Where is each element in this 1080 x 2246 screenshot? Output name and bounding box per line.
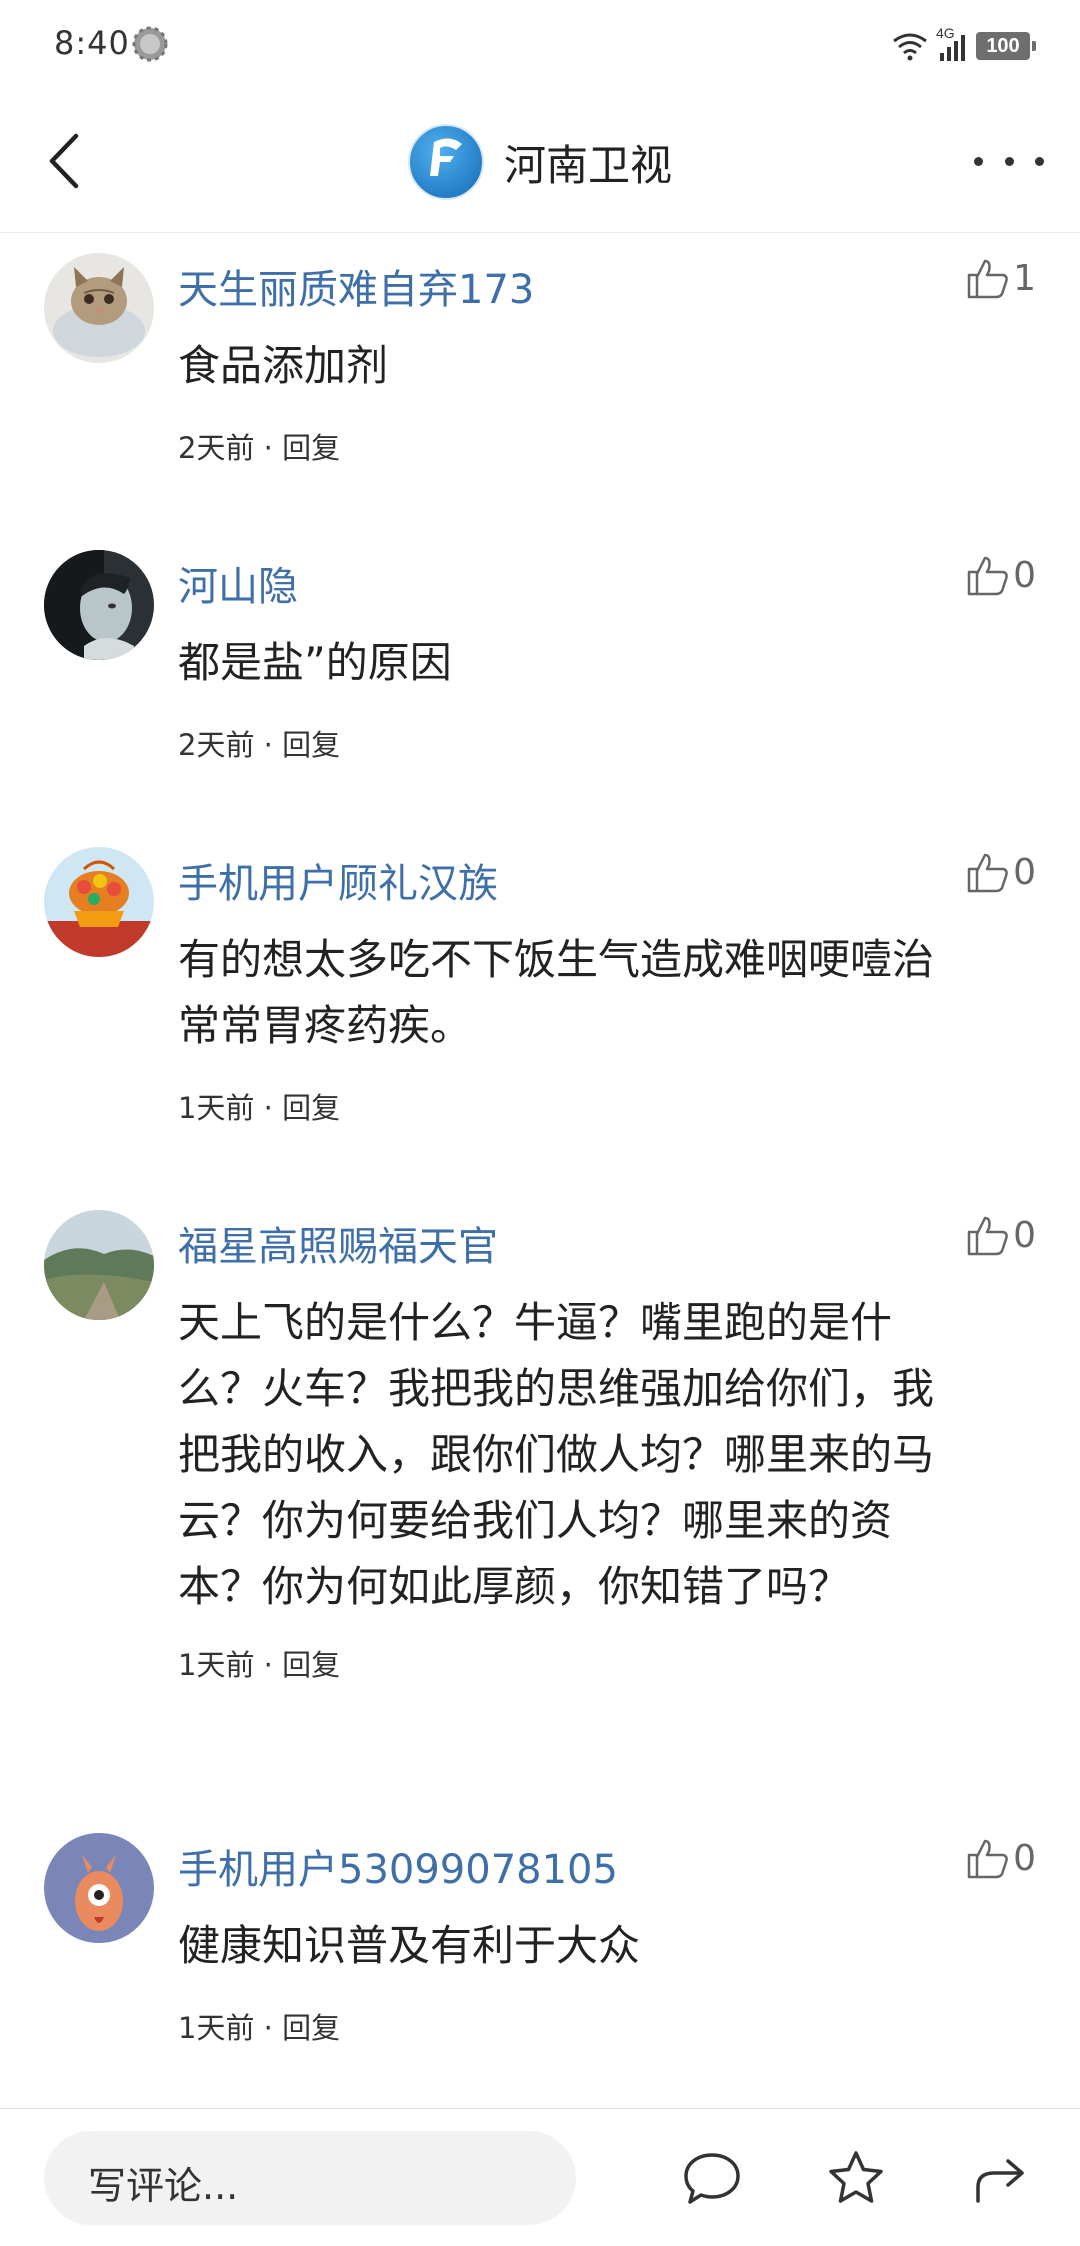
- comment-username[interactable]: 手机用户53099078105: [178, 1837, 618, 1895]
- comment-time: 2天前: [178, 728, 255, 762]
- reply-button[interactable]: 回复: [282, 1648, 340, 1682]
- more-icon-dot: [974, 156, 983, 166]
- comment-icon[interactable]: [680, 2147, 744, 2211]
- channel-logo-mark: [429, 138, 462, 176]
- thumbs-up-icon: [967, 556, 1008, 596]
- like-button[interactable]: 0: [965, 550, 1036, 600]
- avatar[interactable]: [44, 847, 154, 957]
- status-time: 8:40: [54, 24, 130, 62]
- thumbs-up-icon: [967, 259, 1008, 299]
- comment-text: 有的想太多吃不下饭生气造成难咽哽噎治常常胃疼药疾。: [178, 935, 935, 1050]
- comment-meta: 1天前 · 回复: [178, 1085, 340, 1127]
- meta-separator: ·: [263, 1091, 273, 1125]
- comments-page: 8:40 4G 100 河南卫视 天生丽质难自弃173 食品添加剂 2天前 · …: [0, 0, 1080, 2246]
- star-icon[interactable]: [824, 2147, 888, 2211]
- comment-time: 1天前: [178, 1648, 255, 1682]
- comment-meta: 1天前 · 回复: [178, 2005, 340, 2047]
- meta-separator: ·: [263, 431, 273, 465]
- bottom-action-bar: 写评论...: [0, 2108, 1080, 2246]
- thumbs-up-icon: [967, 1216, 1008, 1256]
- like-count: 0: [1013, 1214, 1036, 1256]
- channel-logo: [407, 124, 484, 200]
- more-button[interactable]: [974, 146, 1044, 176]
- reply-button[interactable]: 回复: [282, 431, 340, 465]
- comment-input-placeholder: 写评论...: [88, 2164, 239, 2208]
- comment-time: 2天前: [178, 431, 255, 465]
- comment-text: 食品添加剂: [178, 341, 389, 390]
- channel-header[interactable]: 河南卫视: [0, 124, 1080, 200]
- comment-text: 健康知识普及有利于大众: [178, 1921, 641, 1970]
- comment-time: 1天前: [178, 2011, 255, 2045]
- comment-username[interactable]: 河山隐: [178, 554, 298, 612]
- signal-icon: [940, 35, 965, 61]
- meta-separator: ·: [263, 1648, 273, 1682]
- like-button[interactable]: 1: [965, 253, 1036, 303]
- channel-name: 河南卫视: [503, 140, 672, 190]
- avatar[interactable]: [44, 550, 154, 660]
- comment-meta: 2天前 · 回复: [178, 722, 340, 764]
- avatar[interactable]: [44, 1210, 154, 1320]
- wifi-icon: [893, 33, 927, 61]
- comment-text: 都是盐”的原因: [178, 638, 452, 687]
- comment-time: 1天前: [178, 1091, 255, 1125]
- reply-button[interactable]: 回复: [282, 1091, 340, 1125]
- reply-button[interactable]: 回复: [282, 2011, 340, 2045]
- comment-username[interactable]: 天生丽质难自弃173: [178, 257, 534, 315]
- comment-input[interactable]: 写评论...: [44, 2131, 576, 2225]
- thumbs-up-icon: [967, 1839, 1008, 1879]
- like-count: 1: [1013, 257, 1036, 299]
- avatar[interactable]: [44, 1833, 154, 1943]
- loading-icon: [132, 26, 168, 62]
- like-count: 0: [1013, 1837, 1036, 1879]
- more-icon-dot: [1035, 156, 1044, 166]
- share-icon[interactable]: [968, 2147, 1032, 2211]
- status-bar: 8:40 4G 100: [0, 0, 1080, 90]
- portrait-avatar-image: [44, 550, 154, 660]
- landscape-avatar-image: [44, 1210, 154, 1320]
- comment-meta: 1天前 · 回复: [178, 1642, 340, 1684]
- thumbs-up-icon: [967, 853, 1008, 893]
- meta-separator: ·: [263, 728, 273, 762]
- like-button[interactable]: 0: [965, 1833, 1036, 1883]
- cellular-signal: 4G: [936, 25, 970, 63]
- like-button[interactable]: 0: [965, 847, 1036, 897]
- comment-username[interactable]: 福星高照赐福天官: [178, 1214, 498, 1272]
- like-count: 0: [1013, 554, 1036, 596]
- cat-avatar-image: [44, 253, 154, 363]
- like-count: 0: [1013, 851, 1036, 893]
- more-icon-dot: [1004, 156, 1014, 166]
- avatar[interactable]: [44, 253, 154, 363]
- flower-basket-avatar-image: [44, 847, 154, 957]
- meta-separator: ·: [263, 2011, 273, 2045]
- comment-username[interactable]: 手机用户顾礼汉族: [178, 851, 498, 909]
- status-indicators: 4G 100: [890, 25, 1036, 66]
- reply-button[interactable]: 回复: [282, 728, 340, 762]
- cartoon-avatar-image: [44, 1833, 154, 1943]
- comment-meta: 2天前 · 回复: [178, 425, 340, 467]
- top-nav-bar: 河南卫视: [0, 90, 1080, 233]
- comment-text: 天上飞的是什么？牛逼？嘴里跑的是什么？火车？我把我的思维强加给你们，我把我的收入…: [178, 1298, 935, 1611]
- battery-indicator: 100: [976, 32, 1036, 60]
- like-button[interactable]: 0: [965, 1210, 1036, 1260]
